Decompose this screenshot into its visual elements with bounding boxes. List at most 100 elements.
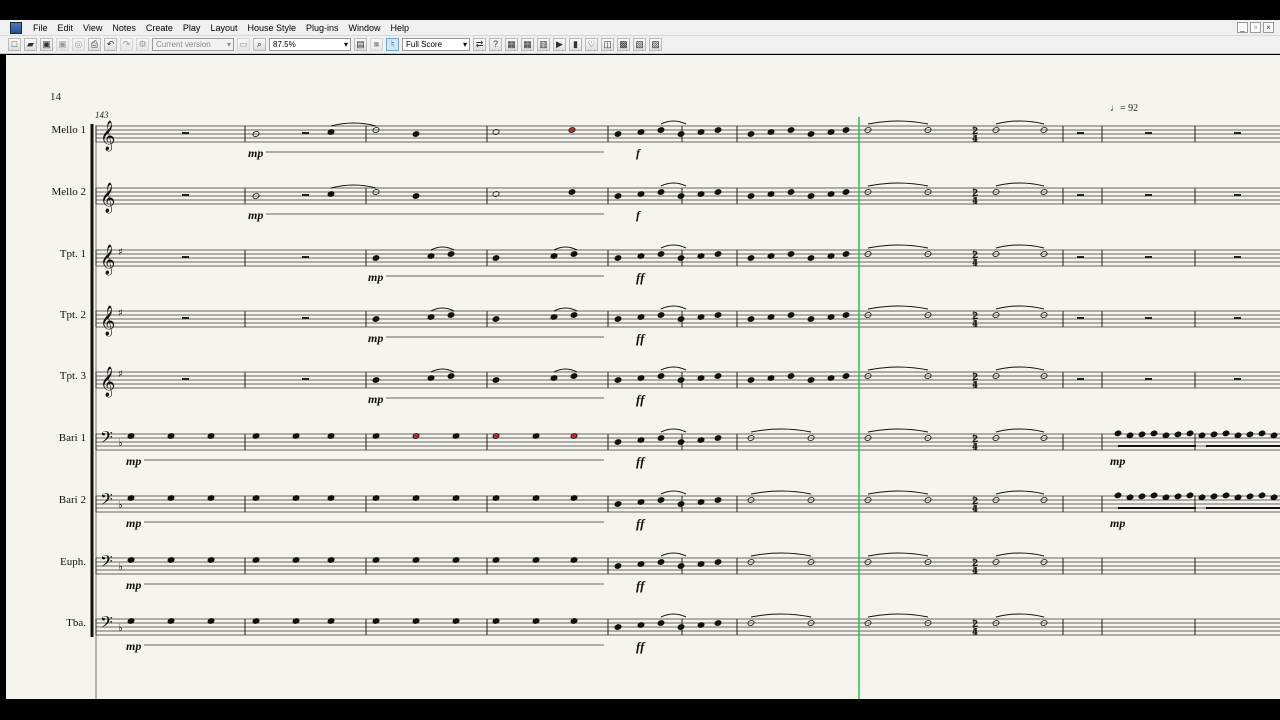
focus-staves-icon[interactable]: ■ [370, 38, 383, 51]
sharp-key-signature: ♯ [118, 308, 123, 319]
ideas-icon[interactable]: ♡ [585, 38, 598, 51]
dynamic-mp[interactable]: mp [368, 270, 383, 285]
menu-file[interactable]: File [28, 20, 53, 36]
window-controls: _ ▫ × [1237, 22, 1274, 33]
instrument-label[interactable]: Tpt. 2 [6, 309, 86, 321]
dynamic-mp[interactable]: mp [368, 331, 383, 346]
dynamic-ff[interactable]: ff [636, 331, 644, 347]
minimize-button[interactable]: _ [1237, 22, 1248, 33]
dynamic-ff[interactable]: ff [636, 454, 644, 470]
note [677, 131, 685, 137]
instrument-label[interactable]: Tba. [6, 617, 86, 629]
tie [660, 366, 687, 371]
dynamic-ff[interactable]: ff [636, 270, 644, 286]
kontakt-icon[interactable]: ▩ [617, 38, 630, 51]
new-file-icon[interactable]: □ [8, 38, 21, 51]
dynamic-mp[interactable]: mp [368, 392, 383, 407]
note [677, 316, 685, 322]
tie [867, 552, 929, 557]
dynamic-mp[interactable]: mp [126, 578, 141, 593]
panorama-icon[interactable]: ▤ [354, 38, 367, 51]
restore-button[interactable]: ▫ [1250, 22, 1261, 33]
versions-icon[interactable]: ⚙ [136, 38, 149, 51]
zoom-select[interactable]: 87.5% ▾ [269, 38, 351, 51]
redo-icon[interactable]: ↷ [120, 38, 133, 51]
note [1222, 492, 1230, 499]
instrument-label[interactable]: Mello 2 [6, 186, 86, 198]
print-icon[interactable]: ⎙ [88, 38, 101, 51]
note [1186, 430, 1194, 437]
print-preview-icon[interactable]: ◎ [72, 38, 85, 51]
dynamic-mp[interactable]: mp [248, 146, 263, 161]
instrument-label[interactable]: Bari 1 [6, 432, 86, 444]
note [372, 377, 380, 383]
undo-icon[interactable]: ↶ [104, 38, 117, 51]
whole-rest [182, 194, 189, 196]
transposing-score-icon[interactable]: ♮ [386, 38, 399, 51]
dynamic-ff[interactable]: ff [636, 639, 644, 655]
note [714, 435, 722, 441]
playback-icon[interactable]: ▶ [553, 38, 566, 51]
save-icon[interactable]: ▣ [40, 38, 53, 51]
note [1210, 493, 1218, 500]
note [657, 373, 665, 379]
dynamic-mp[interactable]: mp [126, 454, 141, 469]
dynamic-mp[interactable]: mp [248, 208, 263, 223]
flat-key-signature: ♭ [118, 438, 123, 449]
app-icon[interactable] [10, 21, 22, 34]
menu-window[interactable]: Window [344, 20, 386, 36]
dynamic-mp[interactable]: mp [126, 639, 141, 654]
help-icon[interactable]: ? [489, 38, 502, 51]
switch-part-icon[interactable]: ⇄ [473, 38, 486, 51]
version-compare-icon[interactable]: ▭ [237, 38, 250, 51]
note [807, 131, 815, 137]
keypad-icon[interactable]: ▦ [521, 38, 534, 51]
time-signature-denominator: 4 [972, 443, 978, 453]
instrument-label[interactable]: Tpt. 1 [6, 248, 86, 260]
instrument-label[interactable]: Bari 2 [6, 494, 86, 506]
close-button[interactable]: × [1263, 22, 1274, 33]
worksheet-icon[interactable]: ▧ [633, 38, 646, 51]
zoom-icon[interactable]: ⌕ [253, 38, 266, 51]
video-icon[interactable]: ▮ [569, 38, 582, 51]
menu-notes[interactable]: Notes [107, 20, 141, 36]
score-canvas[interactable]: 𝄞 24𝄞 24𝄞 ♯ 24𝄞 ♯ 24𝄞 ♯ 24𝄢 ♭ 24𝄢 ♭ 24𝄢 ♭ 24𝄢 ♭ 24 [6, 55, 1280, 699]
instrument-label[interactable]: Tpt. 3 [6, 370, 86, 382]
tie [750, 613, 812, 618]
menu-layout[interactable]: Layout [205, 20, 242, 36]
menu-create[interactable]: Create [141, 20, 178, 36]
instrument-label[interactable]: Mello 1 [6, 124, 86, 136]
scorch-icon[interactable]: ▨ [649, 38, 662, 51]
version-select[interactable]: Current version ▾ [152, 38, 234, 51]
dynamic-ff[interactable]: ff [636, 392, 644, 408]
menu-help[interactable]: Help [386, 20, 415, 36]
whole-rest [1145, 194, 1152, 196]
note [677, 563, 685, 569]
time-signature-denominator: 4 [972, 381, 978, 391]
dynamic-f[interactable]: f [636, 208, 640, 223]
note [1150, 430, 1158, 437]
dynamic-mp[interactable]: mp [1110, 454, 1125, 469]
dynamic-f[interactable]: f [636, 146, 640, 161]
save-as-icon[interactable]: ▣ [56, 38, 69, 51]
dynamic-ff[interactable]: ff [636, 578, 644, 594]
note [747, 193, 755, 199]
dynamic-mp[interactable]: mp [1110, 516, 1125, 531]
navigator-icon[interactable]: ▦ [505, 38, 518, 51]
dynamic-ff[interactable]: ff [636, 516, 644, 532]
instrument-label[interactable]: Euph. [6, 556, 86, 568]
menu-house-style[interactable]: House Style [242, 20, 301, 36]
mixer-icon[interactable]: ▥ [537, 38, 550, 51]
menu-view[interactable]: View [78, 20, 107, 36]
dynamic-mp[interactable]: mp [126, 516, 141, 531]
menu-plug-ins[interactable]: Plug-ins [301, 20, 344, 36]
note [657, 620, 665, 626]
note [677, 501, 685, 507]
properties-icon[interactable]: ◫ [601, 38, 614, 51]
menu-play[interactable]: Play [178, 20, 206, 36]
note [614, 439, 622, 445]
score-view-select[interactable]: Full Score ▾ [402, 38, 470, 51]
score-page[interactable]: 𝄞 2 4 𝄞 2 4 𝄞 ♯ 2 4 𝄞 ♯ 2 4 𝄞 ♯ 2 4 𝄢 ♭ 2 4 𝄢 ♭ 2 4 𝄢 ♭ 2 4 𝄢 ♭ 2 4 14 14… [6, 55, 1280, 699]
menu-edit[interactable]: Edit [53, 20, 79, 36]
open-file-icon[interactable]: ▰ [24, 38, 37, 51]
